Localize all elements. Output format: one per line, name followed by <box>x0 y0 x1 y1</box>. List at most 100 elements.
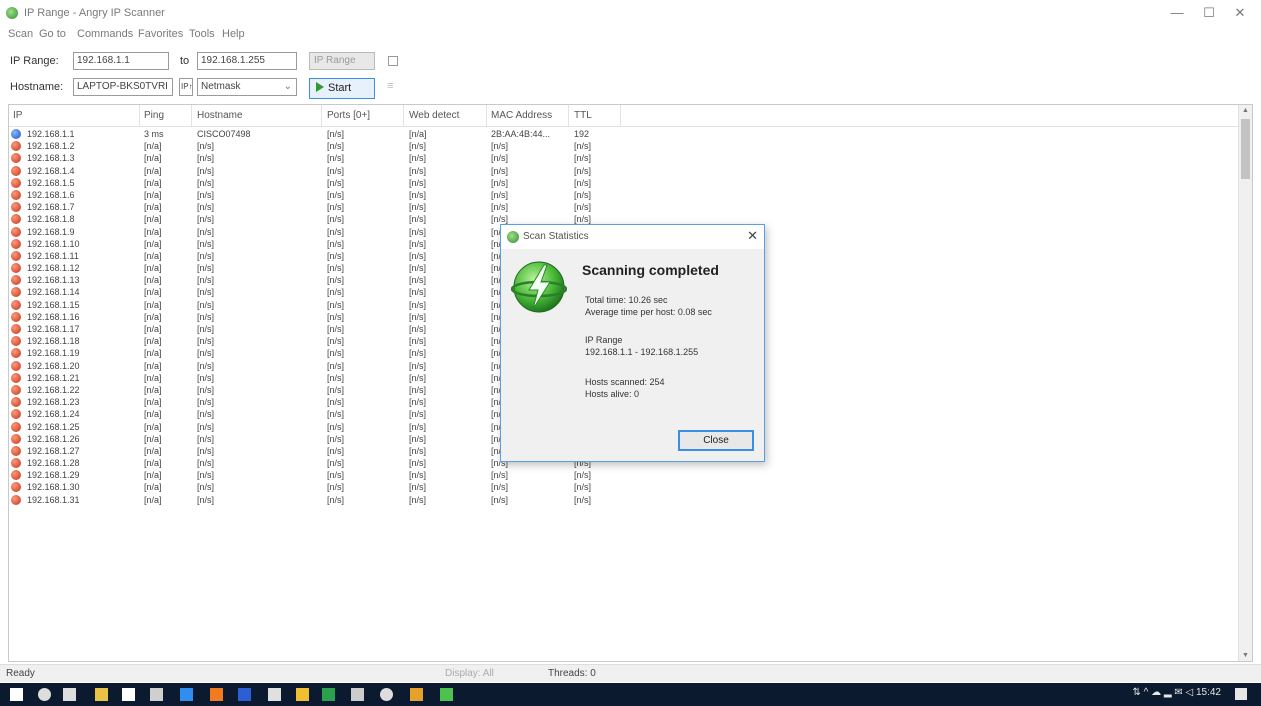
cell-ports: [n/s] <box>327 189 345 200</box>
cell-ttl: [n/s] <box>574 202 592 213</box>
ip-to-input[interactable]: 192.168.1.255 <box>197 52 297 70</box>
range-checkbox[interactable] <box>388 56 398 66</box>
cell-ping: [n/a] <box>144 263 162 274</box>
close-button[interactable]: Close <box>678 430 754 451</box>
table-row[interactable]: 192.168.1.30 [n/a] [n/s] [n/s] [n/s] [n/s] [n/… <box>9 481 1239 493</box>
host-dead-icon <box>11 372 21 383</box>
column-ttl[interactable]: TTL <box>574 110 592 121</box>
cell-web-detect: [n/s] <box>409 397 427 408</box>
scroll-down-icon[interactable]: ▼ <box>1242 652 1249 659</box>
column-ip[interactable]: IP <box>13 110 22 121</box>
vertical-scrollbar[interactable]: ▲ ▼ <box>1238 105 1252 661</box>
firefox-icon[interactable] <box>210 688 223 701</box>
cell-ping: [n/a] <box>144 238 162 249</box>
table-row[interactable]: 192.168.1.1 3 ms CISCO07498 [n/s] [n/a] 2B:AA… <box>9 128 1239 140</box>
cell-ping: [n/a] <box>144 409 162 420</box>
windows-start-icon[interactable] <box>10 688 23 701</box>
cell-ports: [n/s] <box>327 299 345 310</box>
settings-icon[interactable] <box>380 688 393 701</box>
close-icon[interactable]: ✕ <box>747 228 758 244</box>
cell-ip: 192.168.1.17 <box>27 324 80 334</box>
cell-web-detect: [n/s] <box>409 275 427 286</box>
maximize-button[interactable]: ☐ <box>1195 4 1223 22</box>
host-dead-icon <box>11 494 21 505</box>
cell-ports: [n/s] <box>327 421 345 432</box>
table-row[interactable]: 192.168.1.29 [n/a] [n/s] [n/s] [n/s] [n/s] [n/… <box>9 469 1239 481</box>
start-button[interactable]: Start <box>309 78 375 99</box>
minimize-button[interactable]: — <box>1163 4 1191 22</box>
table-row[interactable]: 192.168.1.7 [n/a] [n/s] [n/s] [n/s] [n/s] [n/s… <box>9 201 1239 213</box>
table-row[interactable]: 192.168.1.31 [n/a] [n/s] [n/s] [n/s] [n/s] [n/… <box>9 494 1239 506</box>
column-web-detect[interactable]: Web detect <box>409 110 459 121</box>
cell-ping: [n/a] <box>144 445 162 456</box>
cell-hostname: [n/s] <box>197 324 215 334</box>
menu-tools[interactable]: Tools <box>189 28 215 40</box>
table-row[interactable]: 192.168.1.2 [n/a] [n/s] [n/s] [n/s] [n/s] [n/s… <box>9 140 1239 152</box>
mail-icon[interactable] <box>150 688 163 701</box>
hostname-input[interactable]: LAPTOP-BKS0TVRI <box>73 78 173 96</box>
host-dead-icon <box>11 470 21 481</box>
task-view-icon[interactable] <box>63 688 76 701</box>
ip-up-button[interactable]: IP↑ <box>179 78 193 96</box>
notification-icon[interactable] <box>1235 688 1247 700</box>
column-ports[interactable]: Ports [0+] <box>327 110 370 121</box>
search-icon[interactable] <box>38 688 51 701</box>
close-window-button[interactable]: ✕ <box>1226 4 1254 22</box>
cell-ttl: [n/s] <box>574 141 592 152</box>
cell-ttl: [n/s] <box>574 177 592 188</box>
menu-favorites[interactable]: Favorites <box>138 28 183 40</box>
chrome-icon[interactable] <box>296 688 309 701</box>
photos-icon[interactable] <box>410 688 423 701</box>
app-icon[interactable] <box>268 688 281 701</box>
cell-ports: [n/s] <box>327 165 345 176</box>
cell-ip: 192.168.1.31 <box>27 494 80 505</box>
menu-goto[interactable]: Go to <box>39 28 66 40</box>
host-dead-icon <box>11 275 21 286</box>
cell-ip: 192.168.1.12 <box>27 263 80 274</box>
system-tray[interactable]: ⇅ ^ ☁ ▂ ✉ ◁ 15:42 <box>1132 687 1221 698</box>
ip-from-input[interactable]: 192.168.1.1 <box>73 52 169 70</box>
table-row[interactable]: 192.168.1.4 [n/a] [n/s] [n/s] [n/s] [n/s] [n/s… <box>9 165 1239 177</box>
cell-web-detect: [n/s] <box>409 226 427 237</box>
app-icon <box>507 231 519 243</box>
cell-hostname: [n/s] <box>197 299 215 310</box>
media-icon[interactable] <box>351 688 364 701</box>
cell-hostname: [n/s] <box>197 409 215 420</box>
table-row[interactable]: 192.168.1.6 [n/a] [n/s] [n/s] [n/s] [n/s] [n/s… <box>9 189 1239 201</box>
menu-scan[interactable]: Scan <box>8 28 33 40</box>
host-dead-icon <box>11 360 21 371</box>
cell-ip: 192.168.1.5 <box>27 177 75 188</box>
list-icon[interactable]: ≡ <box>387 80 393 92</box>
host-dead-icon <box>11 336 21 347</box>
column-hostname[interactable]: Hostname <box>197 110 243 121</box>
cell-mac-address: [n/s] <box>491 482 509 493</box>
word-icon[interactable] <box>238 688 251 701</box>
menu-commands[interactable]: Commands <box>77 28 133 40</box>
column-mac-address[interactable]: MAC Address <box>491 110 552 121</box>
cell-ports: [n/s] <box>327 129 345 139</box>
cell-ports: [n/s] <box>327 324 345 334</box>
scroll-up-icon[interactable]: ▲ <box>1242 107 1249 114</box>
app-icon <box>6 7 18 19</box>
table-row[interactable]: 192.168.1.5 [n/a] [n/s] [n/s] [n/s] [n/s] [n/s… <box>9 177 1239 189</box>
cell-ping: [n/a] <box>144 494 162 505</box>
ipscan-icon[interactable] <box>440 688 453 701</box>
cell-ports: [n/s] <box>327 226 345 237</box>
table-row[interactable]: 192.168.1.3 [n/a] [n/s] [n/s] [n/s] [n/s] [n/s… <box>9 152 1239 164</box>
cell-ports: [n/s] <box>327 433 345 444</box>
menu-help[interactable]: Help <box>222 28 245 40</box>
host-dead-icon <box>11 202 21 213</box>
cell-web-detect: [n/s] <box>409 482 427 493</box>
range-type-select[interactable]: IP Range <box>309 52 375 70</box>
display-filter[interactable]: Display: All <box>445 668 494 679</box>
store-icon[interactable] <box>122 688 135 701</box>
scroll-thumb[interactable] <box>1241 119 1250 179</box>
cell-ip: 192.168.1.18 <box>27 336 80 347</box>
file-explorer-icon[interactable] <box>95 688 108 701</box>
column-ping[interactable]: Ping <box>144 110 164 121</box>
edge-icon[interactable] <box>180 688 193 701</box>
excel-icon[interactable] <box>322 688 335 701</box>
cell-ping: [n/a] <box>144 165 162 176</box>
ip-range-label: IP Range: <box>10 55 59 67</box>
netmask-select[interactable]: Netmask ⌄ <box>197 78 297 96</box>
